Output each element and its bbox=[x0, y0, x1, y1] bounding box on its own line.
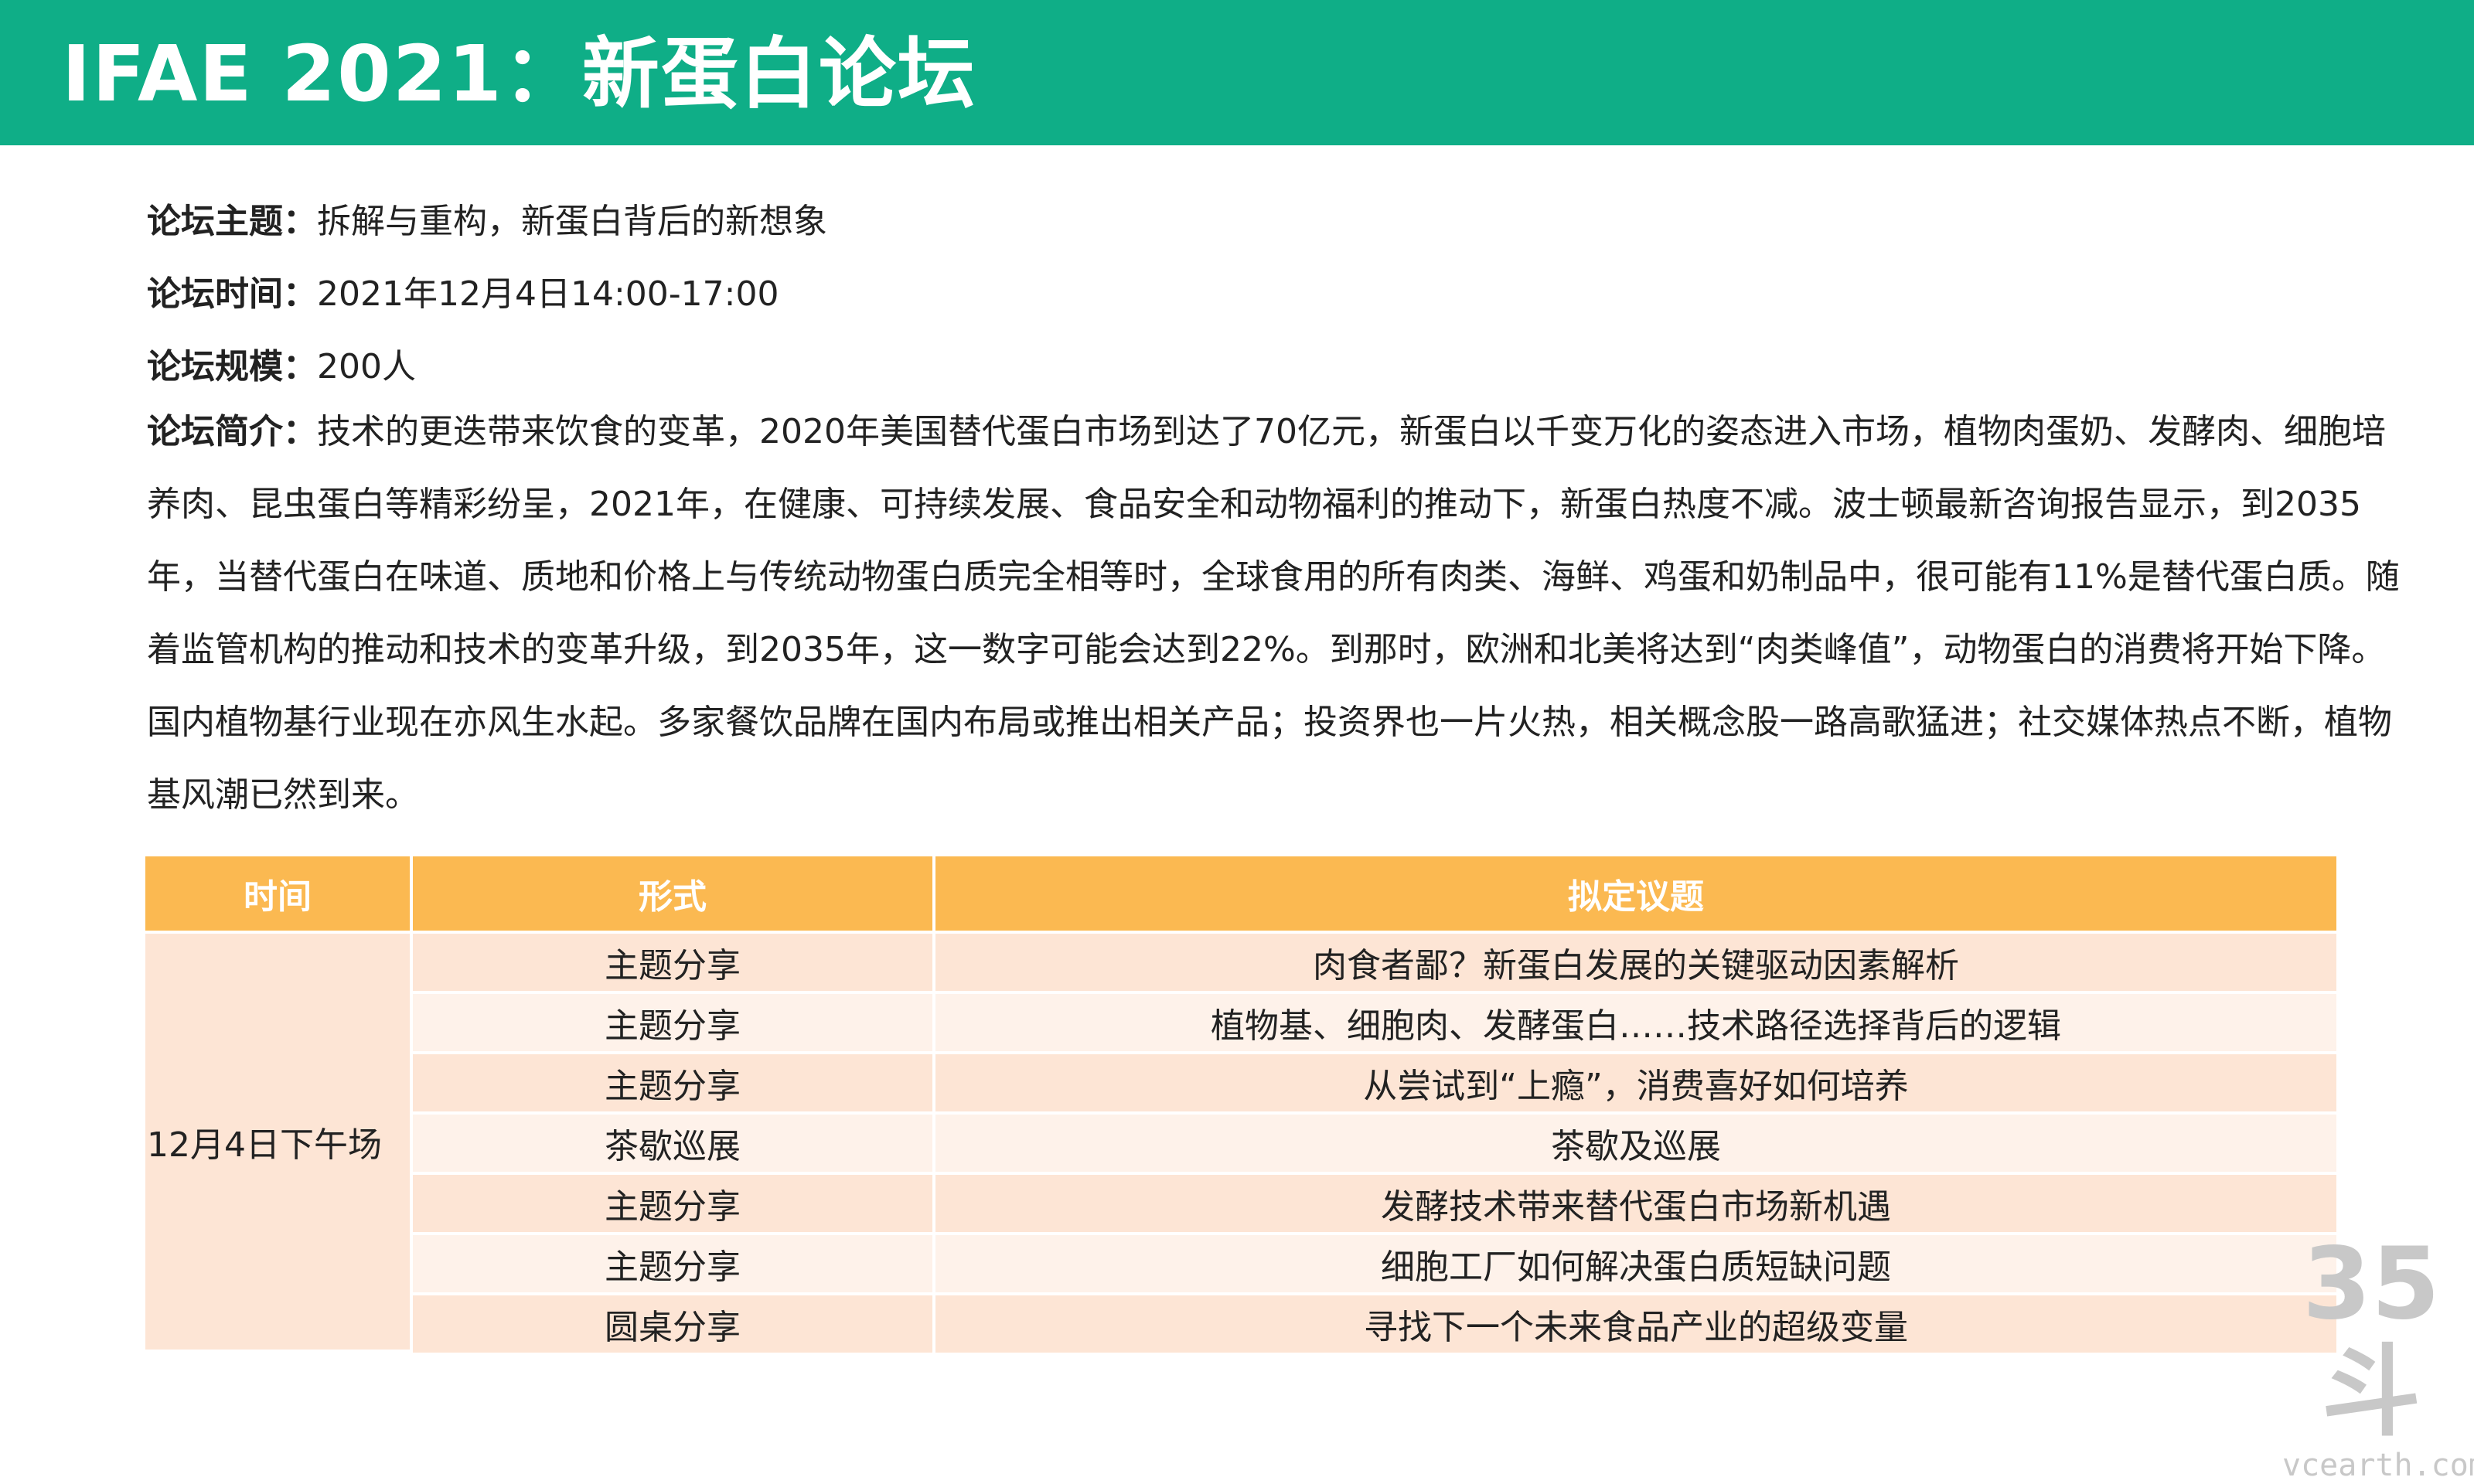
header-time: 时间 bbox=[145, 856, 413, 934]
row-format: 主题分享 bbox=[413, 1175, 935, 1235]
row-topic: 从尝试到“上瘾”，消费喜好如何培养 bbox=[935, 1054, 2336, 1115]
row-format: 圆桌分享 bbox=[413, 1295, 935, 1353]
header-topic: 拟定议题 bbox=[935, 856, 2336, 934]
info-time-value: 2021年12月4日14:00-17:00 bbox=[317, 274, 779, 314]
info-theme-label: 论坛主题： bbox=[147, 202, 317, 241]
table-row: 主题分享 植物基、细胞肉、发酵蛋白……技术路径选择背后的逻辑 bbox=[145, 994, 2336, 1054]
row-topic: 细胞工厂如何解决蛋白质短缺问题 bbox=[935, 1235, 2336, 1295]
header-format: 形式 bbox=[413, 856, 935, 934]
page-title: IFAE 2021：新蛋白论坛 bbox=[62, 29, 976, 119]
table-row: 12月4日下午场 主题分享 肉食者鄙？新蛋白发展的关键驱动因素解析 bbox=[145, 934, 2336, 1353]
row-format: 主题分享 bbox=[413, 994, 935, 1054]
info-scale: 论坛规模：200人 bbox=[147, 331, 2404, 403]
info-scale-label: 论坛规模： bbox=[147, 347, 317, 386]
row-topic: 肉食者鄙？新蛋白发展的关键驱动因素解析 bbox=[935, 934, 2336, 994]
header-bar: IFAE 2021：新蛋白论坛 bbox=[0, 0, 2474, 145]
watermark: 35斗 vcearth.com bbox=[2282, 1227, 2474, 1484]
schedule-table: 时间 形式 拟定议题 12月4日下午场 主题分享 肉食者鄙？新蛋白发展的关键驱动… bbox=[145, 856, 2336, 1353]
session-cell: 12月4日下午场 bbox=[145, 934, 413, 1353]
row-format: 主题分享 bbox=[413, 1054, 935, 1115]
info-theme-value: 拆解与重构，新蛋白背后的新想象 bbox=[317, 202, 827, 241]
table-row: 茶歇巡展 茶歇及巡展 bbox=[145, 1115, 2336, 1175]
info-theme: 论坛主题：拆解与重构，新蛋白背后的新想象 bbox=[147, 186, 2404, 258]
forum-info: 论坛主题：拆解与重构，新蛋白背后的新想象 论坛时间：2021年12月4日14:0… bbox=[147, 186, 2404, 403]
watermark-url: vcearth.com bbox=[2282, 1448, 2474, 1483]
row-topic: 植物基、细胞肉、发酵蛋白……技术路径选择背后的逻辑 bbox=[935, 994, 2336, 1054]
row-topic: 寻找下一个未来食品产业的超级变量 bbox=[935, 1295, 2336, 1353]
info-time: 论坛时间：2021年12月4日14:00-17:00 bbox=[147, 258, 2404, 331]
table-row: 圆桌分享 寻找下一个未来食品产业的超级变量 bbox=[145, 1295, 2336, 1353]
intro-text: 技术的更迭带来饮食的变革，2020年美国替代蛋白市场到达了70亿元，新蛋白以千变… bbox=[147, 412, 2400, 815]
row-format: 主题分享 bbox=[413, 1235, 935, 1295]
intro-label: 论坛简介： bbox=[147, 412, 317, 451]
row-format: 主题分享 bbox=[413, 934, 935, 994]
forum-intro: 论坛简介：技术的更迭带来饮食的变革，2020年美国替代蛋白市场到达了70亿元，新… bbox=[147, 396, 2404, 832]
schedule-header-row: 时间 形式 拟定议题 bbox=[145, 856, 2336, 934]
table-row: 主题分享 从尝试到“上瘾”，消费喜好如何培养 bbox=[145, 1054, 2336, 1115]
info-scale-value: 200人 bbox=[317, 347, 416, 386]
table-row: 主题分享 发酵技术带来替代蛋白市场新机遇 bbox=[145, 1175, 2336, 1235]
watermark-logo: 35斗 bbox=[2302, 1227, 2441, 1450]
row-topic: 发酵技术带来替代蛋白市场新机遇 bbox=[935, 1175, 2336, 1235]
info-time-label: 论坛时间： bbox=[147, 274, 317, 314]
row-topic: 茶歇及巡展 bbox=[935, 1115, 2336, 1175]
row-format: 茶歇巡展 bbox=[413, 1115, 935, 1175]
table-row: 主题分享 细胞工厂如何解决蛋白质短缺问题 bbox=[145, 1235, 2336, 1295]
